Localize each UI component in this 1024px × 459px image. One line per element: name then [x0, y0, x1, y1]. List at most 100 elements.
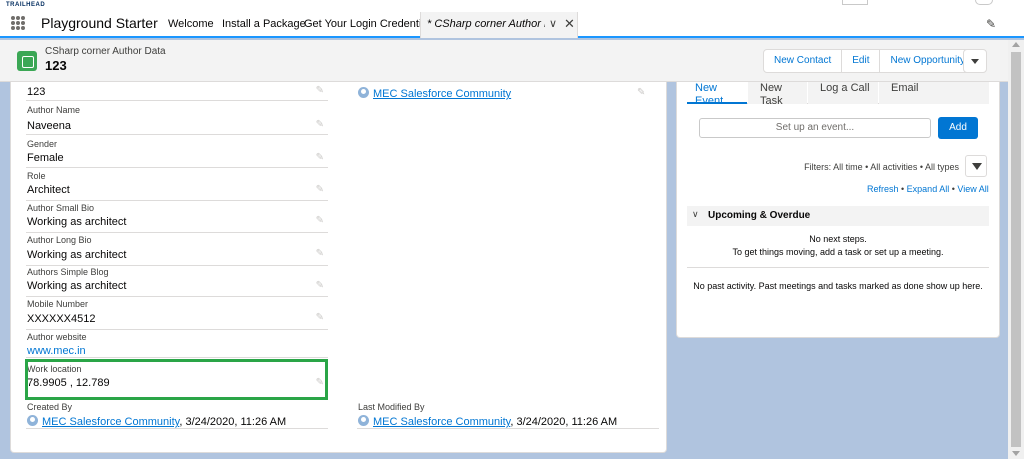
top-control[interactable]: [842, 0, 868, 5]
event-input[interactable]: Set up an event...: [699, 118, 931, 138]
field-author-name: Author Name Naveena ✎: [26, 104, 328, 135]
field-label: Author Long Bio: [27, 235, 92, 245]
created-by-line: MEC Salesforce Community, 3/24/2020, 11:…: [27, 415, 286, 428]
edit-pencil-icon[interactable]: ✎: [316, 184, 324, 195]
edit-button[interactable]: Edit: [842, 50, 881, 72]
chevron-down-icon[interactable]: ∨: [549, 17, 557, 30]
created-by-label: Created By: [27, 402, 73, 412]
top-strip: TRAILHEAD: [0, 0, 1024, 8]
scroll-thumb[interactable]: [1011, 52, 1021, 447]
field-role: Role Architect ✎: [26, 169, 328, 201]
edit-pencil-icon[interactable]: ✎: [316, 280, 324, 291]
refresh-link[interactable]: Refresh: [867, 184, 899, 194]
edit-pencil-icon[interactable]: ✎: [316, 119, 324, 130]
last-modified-by-date: , 3/24/2020, 11:26 AM: [510, 416, 618, 428]
divider: [687, 267, 989, 268]
pencil-icon[interactable]: ✎: [986, 17, 996, 31]
field-label: Gender: [27, 139, 58, 149]
last-modified-by-label: Last Modified By: [358, 402, 425, 412]
edit-pencil-icon[interactable]: ✎: [316, 312, 324, 323]
field-author-long-bio: Author Long Bio Working as architect ✎: [26, 233, 328, 266]
created-by-date: , 3/24/2020, 11:26 AM: [179, 416, 287, 428]
divider: [26, 428, 328, 429]
field-value: Female: [27, 152, 64, 164]
field-value: Working as architect: [27, 249, 127, 261]
field-label: Authors Simple Blog: [27, 267, 109, 277]
new-opportunity-button[interactable]: New Opportunity: [880, 50, 974, 72]
edit-pencil-icon[interactable]: ✎: [637, 87, 645, 98]
no-next-steps: No next steps.: [809, 234, 867, 244]
tab-author-data-label: * CSharp corner Author Da...: [427, 18, 545, 30]
tab-email[interactable]: Email: [879, 82, 989, 104]
tab-new-task[interactable]: New Task: [748, 82, 807, 107]
chevron-down-icon[interactable]: ∨: [692, 209, 699, 220]
record-name: 123: [45, 58, 67, 73]
author-website-link[interactable]: www.mec.in: [27, 345, 86, 357]
edit-pencil-icon[interactable]: ✎: [316, 215, 324, 226]
tab-new-event[interactable]: New Event: [687, 82, 747, 107]
scrollbar[interactable]: [1008, 40, 1024, 459]
field-value: 123: [27, 86, 46, 98]
scroll-up-icon[interactable]: [1012, 42, 1020, 47]
nav-item-login-credentials[interactable]: Get Your Login Credentials: [304, 18, 435, 30]
no-next-steps-hint: To get things moving, add a task or set …: [732, 247, 944, 257]
activity-panel: New Event New Task Log a Call Email Set …: [676, 82, 1000, 338]
edit-pencil-icon[interactable]: ✎: [316, 85, 324, 96]
last-modified-by-link[interactable]: MEC Salesforce Community: [373, 416, 510, 428]
owner-link[interactable]: MEC Salesforce Community: [373, 88, 511, 100]
edit-pencil-icon[interactable]: ✎: [316, 152, 324, 163]
activity-links: Refresh • Expand All • View All: [867, 184, 989, 194]
app-launcher-icon[interactable]: [11, 16, 25, 30]
field-author-small-bio: Author Small Bio Working as architect ✎: [26, 201, 328, 233]
field-value: Architect: [27, 184, 70, 196]
field-label: Role: [27, 171, 46, 181]
record-actions: New Contact Edit New Opportunity: [763, 49, 976, 73]
no-past-activity: No past activity. Past meetings and task…: [693, 281, 983, 291]
field-mobile-number: Mobile Number XXXXXX4512 ✎: [26, 298, 328, 330]
upcoming-overdue-label: Upcoming & Overdue: [708, 210, 811, 221]
field-authors-simple-blog: Authors Simple Blog Working as architect…: [26, 266, 328, 297]
record-header: CSharp corner Author Data 123 New Contac…: [0, 40, 1008, 82]
tab-author-data[interactable]: * CSharp corner Author Da... ∨ ✕: [420, 12, 578, 38]
field-label: Mobile Number: [27, 299, 89, 309]
user-icon: [358, 87, 369, 98]
upcoming-overdue-section[interactable]: ∨ Upcoming & Overdue: [687, 206, 989, 226]
field-label: Author Name: [27, 105, 81, 115]
divider: [357, 428, 659, 429]
activity-tabs: New Event New Task Log a Call Email: [687, 82, 989, 107]
last-modified-by-line: MEC Salesforce Community, 3/24/2020, 11:…: [358, 415, 617, 428]
scroll-down-icon[interactable]: [1012, 451, 1020, 456]
more-actions-button[interactable]: [963, 49, 987, 73]
filter-icon[interactable]: [965, 155, 987, 177]
field-value: XXXXXX4512: [27, 313, 96, 325]
owner-line: MEC Salesforce Community: [358, 87, 511, 100]
user-icon: [27, 415, 38, 426]
expand-all-link[interactable]: Expand All: [907, 184, 950, 194]
field-label: Author Small Bio: [27, 203, 95, 213]
highlight-box: [25, 359, 328, 400]
activity-filters: Filters: All time • All activities • All…: [804, 162, 959, 172]
nav-bar: Playground Starter Welcome Install a Pac…: [0, 8, 1024, 38]
app-name: Playground Starter: [41, 15, 158, 31]
field-value: Working as architect: [27, 216, 127, 228]
view-all-link[interactable]: View All: [957, 184, 988, 194]
field-label: Author website: [27, 332, 87, 342]
created-by-link[interactable]: MEC Salesforce Community: [42, 416, 179, 428]
field-name: 123 ✎: [26, 82, 328, 101]
nav-item-install-package[interactable]: Install a Package: [222, 18, 306, 30]
nav-item-welcome[interactable]: Welcome: [168, 18, 214, 30]
record-type-icon: [17, 51, 37, 71]
new-contact-button[interactable]: New Contact: [764, 50, 843, 72]
field-author-website: Author website www.mec.in: [26, 330, 328, 358]
edit-pencil-icon[interactable]: ✎: [316, 248, 324, 259]
field-value: Naveena: [27, 120, 72, 132]
field-value: Working as architect: [27, 280, 127, 292]
link-separator: •: [898, 184, 907, 194]
user-icon: [358, 415, 369, 426]
field-gender: Gender Female ✎: [26, 136, 328, 168]
add-button[interactable]: Add: [938, 117, 978, 139]
record-object-label: CSharp corner Author Data: [45, 46, 166, 57]
close-icon[interactable]: ✕: [564, 16, 575, 32]
avatar[interactable]: [975, 0, 993, 5]
tab-log-a-call[interactable]: Log a Call: [808, 82, 878, 104]
